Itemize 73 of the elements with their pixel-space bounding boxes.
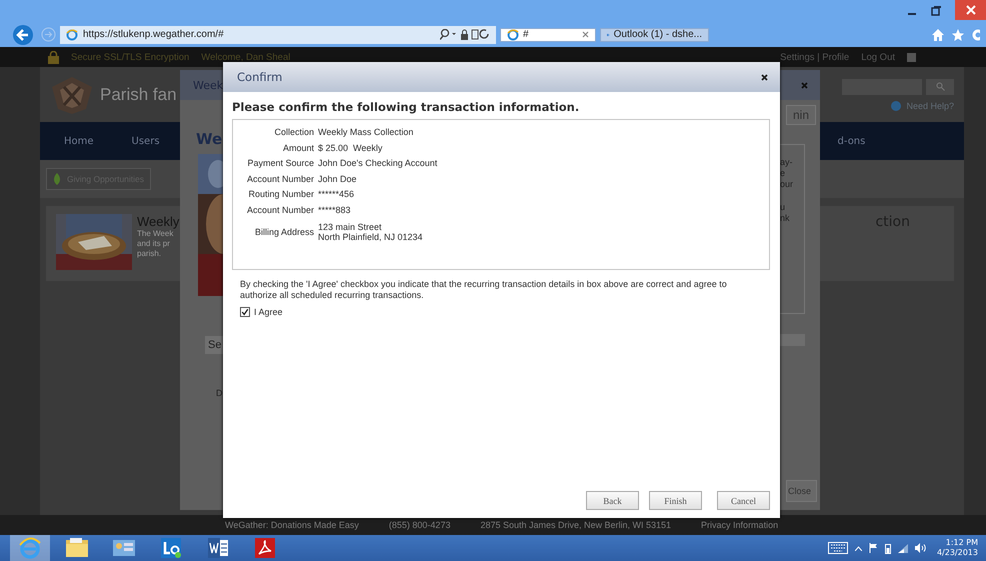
description-text-fragment: e (780, 168, 786, 179)
browser-tab[interactable]: Outlook (1) - dshe... (600, 28, 709, 42)
field-label: Billing Address (254, 227, 314, 237)
description-text-fragment: u (780, 202, 786, 213)
close-icon[interactable] (761, 74, 768, 80)
dialog-button[interactable]: Back (586, 491, 639, 510)
restore-icon[interactable] (931, 6, 941, 16)
footer-text: 2875 South James Drive, New Berlin, WI 53151 (480, 520, 672, 530)
description-text-fragment: ay- (780, 157, 794, 168)
footer-text: (855) 800-4273 (388, 520, 450, 530)
agreement-text: By checking the 'I Agree' checkbox you indicate that the recurring transaction details in box above are correct and agree to authorize all scheduled recurring transactions. (240, 279, 728, 301)
field-label: Amount (282, 142, 314, 154)
address-tools-icon[interactable] (440, 29, 490, 40)
card-description-line: The Week (137, 229, 174, 239)
signal-icon[interactable] (898, 544, 908, 552)
volume-icon[interactable] (914, 543, 926, 553)
leaf-icon (53, 173, 61, 185)
card-description-line: parish. (137, 249, 162, 259)
tab-strip (779, 334, 805, 346)
description-text-fragment: our (780, 179, 794, 190)
nav-item[interactable]: d-ons (838, 136, 866, 146)
show-hidden-icons-icon[interactable] (854, 546, 862, 550)
field-label: Collection (273, 126, 314, 139)
logo-icon (50, 74, 94, 114)
field-value: John Doe (318, 172, 357, 186)
close-button[interactable] (955, 0, 986, 20)
nav-item[interactable]: Users (132, 136, 160, 146)
settings-profile-links[interactable]: Settings | Profile (780, 52, 850, 62)
field-value: 123 main Street North Plainfield, NJ 01234 (318, 222, 423, 242)
nav-item[interactable]: Home (64, 136, 94, 146)
pdf-icon[interactable] (254, 537, 276, 559)
footer-text: WeGather: Donations Made Easy (225, 520, 359, 530)
field-value: $ 25.00 Weekly (318, 142, 382, 155)
folder-icon[interactable] (65, 538, 89, 558)
document-icon[interactable] (207, 537, 229, 559)
favorites-star-icon[interactable] (952, 28, 964, 40)
checkbox-label[interactable]: I Agree (254, 307, 283, 317)
brand-name: Parish fan (100, 84, 177, 104)
agree-checkbox[interactable] (240, 307, 250, 317)
battery-icon[interactable] (884, 542, 891, 554)
security-label: Secure SSL/TLS Encryption (71, 52, 190, 62)
dialog-heading: Please confirm the following transaction information. (232, 100, 580, 114)
clock-time[interactable]: 1:12 PM (946, 538, 978, 548)
field-label: Routing Number (247, 188, 314, 201)
keyboard-icon[interactable] (828, 542, 848, 554)
browser-tab[interactable]: # (500, 28, 596, 42)
field-label: Account Number (246, 204, 314, 216)
dialog-button[interactable]: Finish (649, 491, 702, 510)
dialog-text-fragment: D (216, 388, 224, 398)
logout-icon[interactable] (907, 52, 916, 62)
field-value: *****883 (318, 204, 351, 216)
description-text-fragment: nk (780, 213, 791, 224)
field-value: John Doe's Checking Account (318, 157, 438, 170)
field-label: Payment Source (246, 157, 314, 170)
padlock-icon (48, 50, 59, 64)
card-description-line: and its pr (137, 239, 171, 249)
field-value: ******456 (318, 188, 354, 201)
dialog-button[interactable]: Cancel (717, 491, 770, 510)
logout-link[interactable]: Log Out (861, 52, 895, 62)
dialog-heading: We (196, 130, 224, 148)
flag-icon[interactable] (868, 543, 878, 553)
field-value: Weekly Mass Collection (318, 126, 414, 139)
globe-icon (66, 28, 78, 40)
dialog-title: Confirm (237, 70, 282, 84)
address-field[interactable]: https://stlukenp.wegather.com/# (60, 26, 496, 44)
back-icon[interactable] (13, 24, 33, 44)
welcome-text: Welcome, Dan Sheal (201, 52, 290, 62)
footer-text: Privacy Information (701, 520, 778, 530)
clock-date[interactable]: 4/23/2013 (936, 548, 978, 558)
control-panel-icon[interactable] (112, 538, 136, 558)
chat-app-icon[interactable] (160, 537, 182, 559)
field-label: Account Number (246, 172, 314, 186)
globe-icon (507, 28, 519, 40)
